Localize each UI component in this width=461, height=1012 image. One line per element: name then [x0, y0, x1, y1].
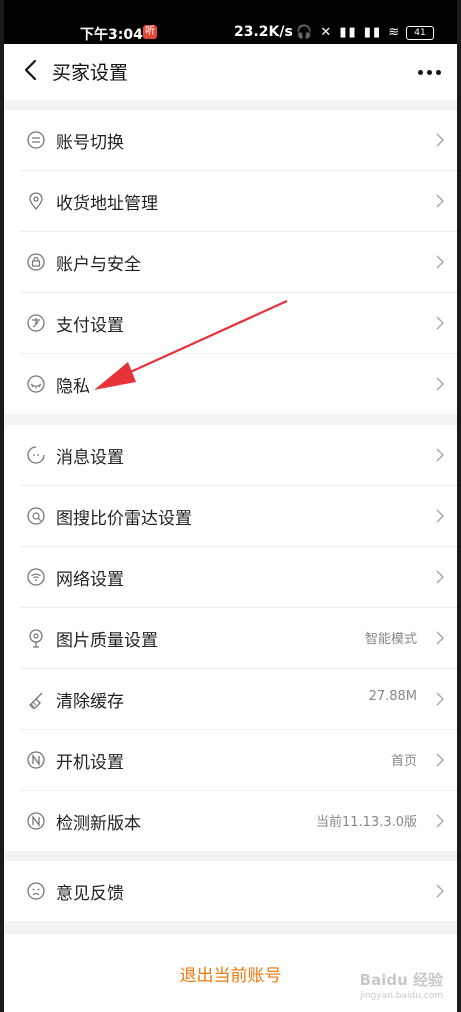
settings-row-privacy[interactable]: 隐私 [20, 354, 457, 414]
row-label: 隐私 [56, 377, 90, 397]
settings-group-account: 账号切换 收货地址管理 账户与安全 支付设置 隐私 [4, 110, 457, 414]
row-value: 当前11.13.3.0版 [315, 815, 417, 830]
chevron-right-icon [436, 316, 445, 330]
radar-icon [27, 507, 45, 525]
row-label: 图搜比价雷达设置 [56, 509, 192, 529]
switch-icon [27, 131, 45, 149]
row-label: 网络设置 [56, 570, 124, 590]
more-options-icon[interactable] [414, 70, 441, 75]
settings-row-radar[interactable]: 图搜比价雷达设置 [20, 486, 457, 547]
row-value: 首页 [390, 754, 417, 769]
eye-icon [27, 375, 45, 393]
status-app-badge: 听 [143, 25, 157, 39]
row-label: 消息设置 [56, 448, 124, 468]
settings-row-version[interactable]: 检测新版本 当前11.13.3.0版 [20, 791, 457, 851]
chevron-right-icon [436, 509, 445, 523]
page-title: 买家设置 [52, 62, 129, 84]
settings-row-feedback[interactable]: 意见反馈 [20, 861, 457, 921]
message-icon [27, 446, 45, 464]
location-icon [29, 192, 43, 210]
status-time: 下午3:04 [80, 27, 143, 43]
row-label: 意见反馈 [56, 884, 124, 904]
chevron-right-icon [436, 814, 445, 828]
settings-row-startup[interactable]: 开机设置 首页 [20, 730, 457, 791]
pay-icon [27, 314, 45, 332]
chevron-right-icon [436, 753, 445, 767]
settings-group-general: 消息设置 图搜比价雷达设置 网络设置 图片质量设置 智能模式 清除缓存 27.8… [4, 425, 457, 851]
row-label: 账号切换 [56, 133, 124, 153]
nav-header: 买家设置 [4, 44, 457, 100]
settings-group-feedback: 意见反馈 [4, 861, 457, 921]
version-icon [27, 812, 45, 830]
chevron-right-icon [436, 194, 445, 208]
settings-row-security[interactable]: 账户与安全 [20, 232, 457, 293]
row-label: 图片质量设置 [56, 631, 158, 651]
chevron-right-icon [436, 631, 445, 645]
baidu-watermark: Baidu 经验 jingyan.baidu.com [359, 971, 443, 1001]
settings-row-network[interactable]: 网络设置 [20, 547, 457, 608]
chevron-right-icon [436, 377, 445, 391]
logout-section: 退出当前账号 Baidu 经验 jingyan.baidu.com [4, 934, 457, 1012]
image-quality-icon [29, 629, 43, 648]
right-edge [457, 0, 461, 1012]
settings-row-clear-cache[interactable]: 清除缓存 27.88M [20, 669, 457, 730]
status-signal-icons: 🎧 ✕ ▮▮ ▮▮ ≋ [296, 25, 402, 40]
settings-row-image-quality[interactable]: 图片质量设置 智能模式 [20, 608, 457, 669]
battery-icon: 41 [406, 26, 434, 40]
row-value: 27.88M [368, 689, 417, 704]
settings-row-message[interactable]: 消息设置 [20, 425, 457, 486]
row-label: 清除缓存 [56, 692, 124, 712]
chevron-right-icon [436, 570, 445, 584]
row-label: 开机设置 [56, 753, 124, 773]
phone-screen: 下午3:04 听 23.2K/s 🎧 ✕ ▮▮ ▮▮ ≋ 41 买家设置 账号切… [4, 0, 457, 1012]
wifi-icon [27, 568, 45, 586]
row-value: 智能模式 [364, 632, 417, 647]
startup-icon [27, 751, 45, 769]
status-bar: 下午3:04 听 23.2K/s 🎧 ✕ ▮▮ ▮▮ ≋ 41 [4, 0, 457, 44]
row-label: 支付设置 [56, 316, 124, 336]
row-label: 账户与安全 [56, 255, 141, 275]
chevron-right-icon [436, 884, 445, 898]
row-label: 检测新版本 [56, 814, 141, 834]
row-label: 收货地址管理 [56, 194, 158, 214]
back-arrow-icon[interactable] [20, 58, 44, 82]
chevron-right-icon [436, 448, 445, 462]
lock-icon [27, 253, 45, 271]
feedback-icon [27, 882, 45, 900]
settings-row-address[interactable]: 收货地址管理 [20, 171, 457, 232]
status-network-speed: 23.2K/s [234, 24, 293, 40]
broom-icon [29, 692, 43, 709]
chevron-right-icon [436, 255, 445, 269]
chevron-right-icon [436, 692, 445, 706]
chevron-right-icon [436, 133, 445, 147]
settings-row-payment[interactable]: 支付设置 [20, 293, 457, 354]
settings-row-account-switch[interactable]: 账号切换 [20, 110, 457, 171]
